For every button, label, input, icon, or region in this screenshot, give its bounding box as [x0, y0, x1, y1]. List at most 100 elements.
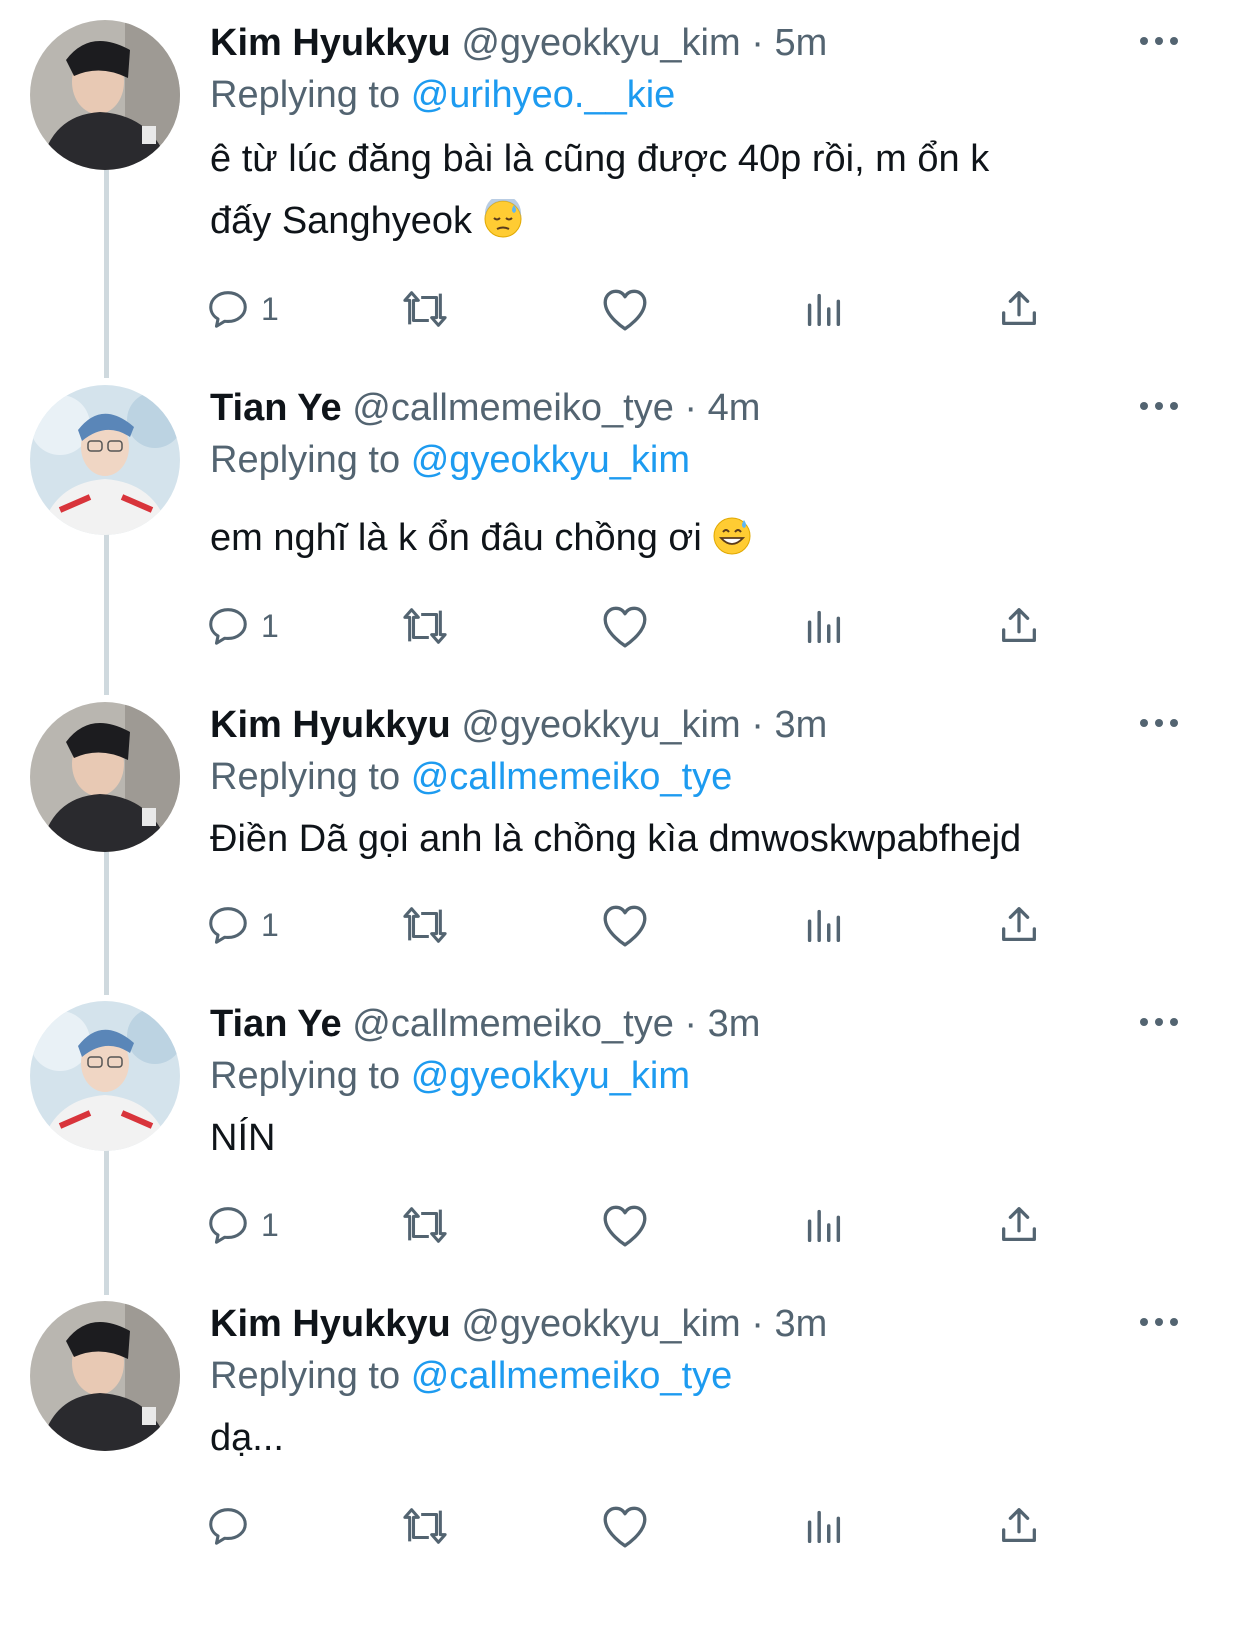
tweet-text-line: ê từ lúc đăng bài là cũng được 40p rồi, … — [210, 138, 990, 180]
tweet-actions: 1 — [209, 279, 1110, 339]
more-icon — [1140, 402, 1148, 410]
analytics-button[interactable] — [800, 895, 846, 955]
share-icon — [1002, 1508, 1036, 1543]
more-icon-dot — [1155, 1318, 1163, 1326]
reply-icon — [209, 1508, 247, 1545]
tweet-text-content: dạ... — [210, 1417, 284, 1459]
like-button[interactable] — [600, 1496, 650, 1556]
more-options-button[interactable] — [1140, 1315, 1180, 1331]
avatar[interactable] — [30, 1001, 180, 1151]
downcast-sweat-emoji-icon — [484, 199, 522, 238]
analytics-button[interactable] — [800, 596, 846, 656]
display-name[interactable]: Tian Ye — [210, 1003, 342, 1045]
analytics-icon — [807, 1209, 841, 1243]
timestamp[interactable]: 3m — [774, 704, 827, 746]
tweet-actions: 1 — [209, 596, 1110, 656]
tweet-header: Kim Hyukkyu @gyeokkyu_kim · 3m — [210, 702, 827, 748]
tweet-header: Kim Hyukkyu @gyeokkyu_kim · 5m — [210, 20, 827, 66]
retweet-button[interactable] — [398, 1195, 452, 1255]
reply-button[interactable] — [205, 1496, 261, 1556]
analytics-button[interactable] — [800, 1195, 846, 1255]
tweet-actions — [209, 1496, 1110, 1556]
tweet-text: Điền Dã gọi anh là chồng kìa dmwoskwpabf… — [210, 808, 1170, 870]
replying-to: Replying to @gyeokkyu_kim — [210, 437, 690, 483]
retweet-icon — [403, 907, 447, 943]
more-options-button[interactable] — [1140, 34, 1180, 50]
more-icon — [1140, 719, 1148, 727]
timestamp[interactable]: 3m — [774, 1303, 827, 1345]
user-handle[interactable]: @callmemeiko_tye — [352, 387, 674, 429]
share-button[interactable] — [996, 279, 1042, 339]
tweet[interactable]: Tian Ye @callmemeiko_tye · 4m Replying t… — [0, 385, 1242, 685]
separator-dot: · — [751, 704, 764, 746]
reply-icon — [209, 907, 247, 944]
retweet-icon — [403, 291, 447, 327]
reply-button[interactable]: 1 — [205, 279, 279, 339]
avatar-image — [30, 20, 180, 170]
user-handle[interactable]: @callmemeiko_tye — [352, 1003, 674, 1045]
like-button[interactable] — [600, 1195, 650, 1255]
more-options-button[interactable] — [1140, 716, 1180, 732]
avatar[interactable] — [30, 702, 180, 852]
tweet-actions: 1 — [209, 1195, 1110, 1255]
timestamp[interactable]: 5m — [774, 22, 827, 64]
display-name[interactable]: Kim Hyukkyu — [210, 22, 451, 64]
reply-icon — [209, 291, 247, 328]
display-name[interactable]: Kim Hyukkyu — [210, 1303, 451, 1345]
reply-count: 1 — [261, 607, 279, 644]
like-button[interactable] — [600, 279, 650, 339]
reply-button[interactable]: 1 — [205, 895, 279, 955]
reply-count: 1 — [261, 1206, 279, 1243]
replying-to-link[interactable]: @callmemeiko_tye — [411, 756, 733, 798]
share-button[interactable] — [996, 1195, 1042, 1255]
more-icon-dot — [1155, 719, 1163, 727]
retweet-icon — [403, 1207, 447, 1243]
more-icon — [1140, 1318, 1148, 1326]
replying-to: Replying to @callmemeiko_tye — [210, 1353, 732, 1399]
tweet-text-content: NÍN — [210, 1117, 276, 1159]
more-options-button[interactable] — [1140, 399, 1180, 415]
user-handle[interactable]: @gyeokkyu_kim — [461, 1303, 740, 1345]
separator-dot: · — [684, 1003, 698, 1045]
user-handle[interactable]: @gyeokkyu_kim — [461, 22, 740, 64]
share-button[interactable] — [996, 596, 1042, 656]
retweet-button[interactable] — [398, 895, 452, 955]
user-handle[interactable]: @gyeokkyu_kim — [461, 704, 740, 746]
timestamp[interactable]: 4m — [708, 387, 761, 429]
display-name[interactable]: Tian Ye — [210, 387, 342, 429]
tweet-text: em nghĩ là k ổn đâu chồng ơi — [210, 507, 1170, 569]
like-icon — [603, 1205, 647, 1247]
reply-count: 1 — [261, 290, 279, 327]
tweet[interactable]: Tian Ye @callmemeiko_tye · 3m Replying t… — [0, 1001, 1242, 1271]
avatar[interactable] — [30, 1301, 180, 1451]
avatar[interactable] — [30, 385, 180, 535]
more-icon-dot — [1155, 1018, 1163, 1026]
replying-to-link[interactable]: @urihyeo.__kie — [411, 74, 676, 116]
display-name[interactable]: Kim Hyukkyu — [210, 704, 451, 746]
retweet-button[interactable] — [398, 279, 452, 339]
tweet[interactable]: Kim Hyukkyu @gyeokkyu_kim · 3m Replying … — [0, 1301, 1242, 1621]
more-options-button[interactable] — [1140, 1015, 1180, 1031]
reply-button[interactable]: 1 — [205, 1195, 279, 1255]
replying-to-link[interactable]: @gyeokkyu_kim — [411, 1055, 690, 1097]
like-button[interactable] — [600, 895, 650, 955]
replying-label: Replying to — [210, 74, 401, 116]
share-icon — [1002, 907, 1036, 942]
tweet[interactable]: Kim Hyukkyu @gyeokkyu_kim · 5m Replying … — [0, 20, 1242, 360]
retweet-button[interactable] — [398, 1496, 452, 1556]
timestamp[interactable]: 3m — [708, 1003, 761, 1045]
replying-to-link[interactable]: @gyeokkyu_kim — [411, 439, 690, 481]
tweet[interactable]: Kim Hyukkyu @gyeokkyu_kim · 3m Replying … — [0, 702, 1242, 972]
share-button[interactable] — [996, 1496, 1042, 1556]
like-button[interactable] — [600, 596, 650, 656]
analytics-button[interactable] — [800, 1496, 846, 1556]
more-icon-dot — [1170, 1018, 1178, 1026]
retweet-button[interactable] — [398, 596, 452, 656]
analytics-button[interactable] — [800, 279, 846, 339]
more-icon-dot — [1155, 37, 1163, 45]
avatar[interactable] — [30, 20, 180, 170]
share-button[interactable] — [996, 895, 1042, 955]
replying-to-link[interactable]: @callmemeiko_tye — [411, 1355, 733, 1397]
like-icon — [603, 289, 647, 331]
reply-button[interactable]: 1 — [205, 596, 279, 656]
